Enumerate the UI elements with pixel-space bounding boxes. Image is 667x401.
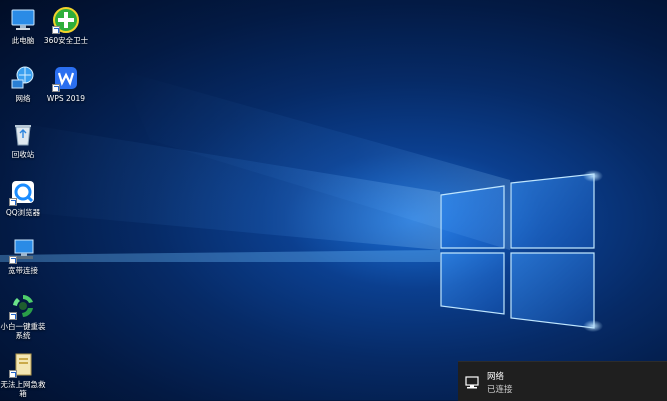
- desktop-icon-broadband[interactable]: 宽带连接: [0, 236, 46, 275]
- shortcut-arrow-icon: [9, 312, 17, 320]
- desktop-icon-wps[interactable]: WPS 2019: [43, 64, 89, 103]
- broadband-connection-icon: [9, 236, 37, 264]
- computer-icon: [9, 6, 37, 34]
- desktop-icon-qq-browser[interactable]: QQ浏览器: [0, 178, 46, 217]
- shortcut-arrow-icon: [9, 198, 17, 206]
- shortcut-arrow-icon: [52, 26, 60, 34]
- shortcut-arrow-icon: [9, 256, 17, 264]
- network-rescue-icon: [9, 350, 37, 378]
- wallpaper: [0, 70, 603, 332]
- xiaobai-reinstall-icon: [9, 292, 37, 320]
- desktop-icon-xiaobai-reinstall[interactable]: 小白一键重装系统: [0, 292, 46, 340]
- shortcut-arrow-icon: [52, 84, 60, 92]
- desktop-icon-network-rescue[interactable]: 无法上网急救箱: [0, 350, 46, 398]
- notification-title: 网络: [487, 372, 505, 382]
- desktop-icon-360-security[interactable]: 360安全卫士: [43, 6, 89, 45]
- 360-security-icon: [52, 6, 80, 34]
- desktop-icon-network[interactable]: 网络: [0, 64, 46, 103]
- network-globe-icon: [9, 64, 37, 92]
- recycle-bin-icon: [9, 120, 37, 148]
- qq-browser-icon: [9, 178, 37, 206]
- wps-icon: [52, 64, 80, 92]
- ethernet-icon: [465, 376, 479, 389]
- network-notification[interactable]: 网络 已连接: [458, 361, 667, 401]
- desktop-icon-recycle-bin[interactable]: 回收站: [0, 120, 46, 159]
- desktop-icon-this-pc[interactable]: 此电脑: [0, 6, 46, 45]
- shortcut-arrow-icon: [9, 370, 17, 378]
- notification-status: 已连接: [487, 385, 513, 395]
